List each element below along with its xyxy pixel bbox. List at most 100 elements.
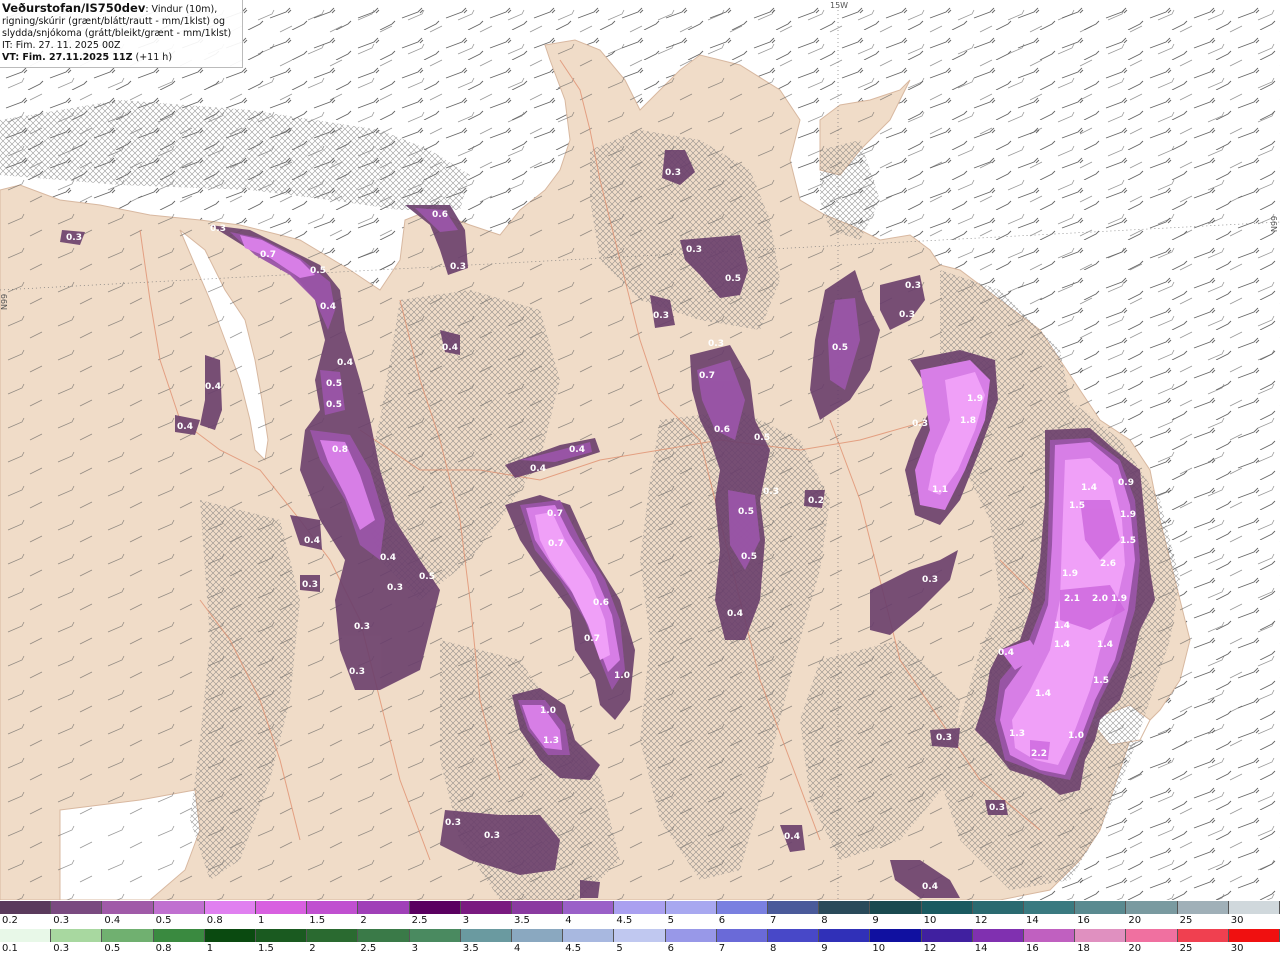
issue-time: IT: Fim. 27. 11. 2025 00Z	[2, 40, 121, 51]
legend-snow-label: 14	[1026, 915, 1039, 926]
legend-rain-label: 0.5	[104, 943, 121, 954]
legend-snow-label: 10	[923, 915, 937, 926]
legend-snow-colors	[0, 901, 1280, 914]
legend-rain-swatch	[870, 929, 922, 942]
precip-value-label: 0.3	[66, 233, 82, 243]
precip-value-label: 0.5	[741, 552, 757, 562]
precip-value-label: 0.4	[304, 536, 320, 546]
legend-snow-label: 9	[872, 915, 879, 926]
precip-value-label: 2.1	[1064, 594, 1080, 604]
legend-rain-label: 2	[309, 943, 316, 954]
precip-value-label: 1.8	[960, 416, 976, 426]
precip-value-label: 0.4	[998, 648, 1014, 658]
valid-offset: (+11 h)	[132, 52, 173, 63]
precip-value-label: 1.5	[1120, 536, 1136, 546]
legend-rain-label: 20	[1128, 943, 1142, 954]
precip-value-label: 0.4	[922, 882, 938, 892]
precip-value-label: 0.4	[784, 832, 800, 842]
precip-value-label: 0.6	[714, 425, 730, 435]
legend-rain-swatch	[1228, 929, 1280, 942]
precip-value-label: 1.4	[1035, 689, 1051, 699]
legend-rain-label: 0.3	[53, 943, 70, 954]
legend-snow-swatch	[972, 901, 1025, 914]
precip-value-label: 1.4	[1081, 483, 1097, 493]
legend-rain-label: 14	[974, 943, 988, 954]
legend-rain-label: 1	[206, 943, 214, 954]
legend-rain-label: 2.5	[360, 943, 377, 954]
precip-value-label: 0.4	[177, 422, 193, 432]
legend-rain-label: 25	[1179, 943, 1193, 954]
legend-snow-swatch	[1126, 901, 1178, 914]
precip-value-label: 0.3	[450, 262, 466, 272]
legend-snow-swatch	[1177, 901, 1229, 914]
legend-rain-swatch	[614, 929, 666, 942]
legend-snow-swatch	[51, 901, 103, 914]
precip-value-label: 0.5	[725, 274, 741, 284]
legend-snow-label: 12	[974, 915, 988, 926]
legend-rain-swatch	[819, 929, 871, 942]
precip-value-label: 0.4	[380, 553, 396, 563]
legend-snow-swatch	[563, 901, 615, 914]
precip-value-label: 0.5	[754, 433, 770, 443]
source-label: Veðurstofan/IS750dev	[2, 1, 146, 15]
legend-snow-label: 20	[1128, 915, 1142, 926]
legend-rain-label: 1.5	[258, 943, 274, 954]
legend-snow-label: 8	[821, 915, 828, 926]
legend-rain-swatch	[768, 929, 820, 942]
valid-time: VT: Fim. 27.11.2025 11Z	[2, 52, 133, 63]
precip-value-label: 0.5	[326, 400, 342, 410]
precip-value-label: 0.3	[387, 583, 403, 593]
legend-rain-swatch	[409, 929, 461, 942]
precip-value-label: 0.3	[302, 580, 318, 590]
legend-snow-label: 30	[1230, 915, 1244, 926]
precip-value-label: 0.3	[665, 168, 681, 178]
legend-rain-swatch	[204, 929, 257, 942]
precip-value-label: 0.5	[738, 507, 754, 517]
precip-value-label: 0.7	[548, 539, 564, 549]
precip-value-label: 0.3	[763, 487, 779, 497]
precip-value-label: 1.3	[543, 736, 559, 746]
legend-snow-label: 4	[565, 915, 572, 926]
precip-value-label: 2.6	[1100, 559, 1116, 569]
legend-snow-label: 0.2	[2, 915, 18, 926]
precip-value-label: 0.4	[530, 464, 546, 474]
precip-value-label: 0.6	[593, 598, 609, 608]
precip-value-label: 0.6	[432, 210, 448, 220]
legend-rain-label: 18	[1077, 943, 1090, 954]
legend-snow-swatch	[614, 901, 666, 914]
legend-snow-label: 5	[667, 915, 674, 926]
precip-value-label: 0.3	[653, 311, 669, 321]
legend-rain-swatch	[1177, 929, 1229, 942]
legend-snow-swatch	[870, 901, 922, 914]
legend-snow-swatch	[1228, 901, 1280, 914]
precip-value-label: 0.3	[905, 281, 921, 291]
legend-snow-swatch	[921, 901, 973, 914]
legend-snow-swatch	[307, 901, 359, 914]
legend-rain-label: 3.5	[462, 943, 479, 954]
legend-snow-label: 3.5	[514, 915, 530, 926]
precip-value-label: 0.3	[899, 310, 915, 320]
precip-value-label: 0.5	[326, 379, 342, 389]
precip-value-label: 0.7	[547, 509, 563, 519]
precip-value-label: 1.9	[1111, 594, 1127, 604]
legend-rain-label: 7	[718, 943, 726, 954]
legend-rain-labels: 0.1 0.3 0.5 0.8 1 1.5 2 2.5 3 3.5 4 4.5 5 6 7 8 9 10 12 14 1…	[0, 942, 1280, 956]
legend-rain-swatch	[307, 929, 359, 942]
precip-value-label: 0.4	[442, 343, 458, 353]
precip-value-label: 0.3	[349, 667, 365, 677]
weather-map: 15W N99 N99 0.30.30.70.50.40.40.40.40.50…	[0, 0, 1280, 900]
legend-rain-swatch	[665, 929, 717, 942]
legend-snow-swatch	[819, 901, 871, 914]
legend-snow-swatch	[256, 901, 308, 914]
precip-value-label: 0.3	[922, 575, 938, 585]
legend-rain-swatch	[563, 929, 615, 942]
precip-value-label: 1.4	[1054, 640, 1070, 650]
legend-rain-label: 4	[514, 943, 521, 954]
legend-rain-swatch	[153, 929, 205, 942]
legend-rain-label: 4.5	[565, 943, 582, 954]
precip-value-label: 0.3	[445, 818, 461, 828]
legend-snow-labels: 0.2 0.3 0.4 0.5 0.8 1 1.5 2 2.5 3 3.5 4 4.5 5 6 7 8 9 10 12…	[0, 914, 1280, 928]
precip-value-label: 0.4	[569, 445, 585, 455]
legend-snow-swatch	[460, 901, 513, 914]
legend-snow-label: 6	[718, 915, 726, 926]
